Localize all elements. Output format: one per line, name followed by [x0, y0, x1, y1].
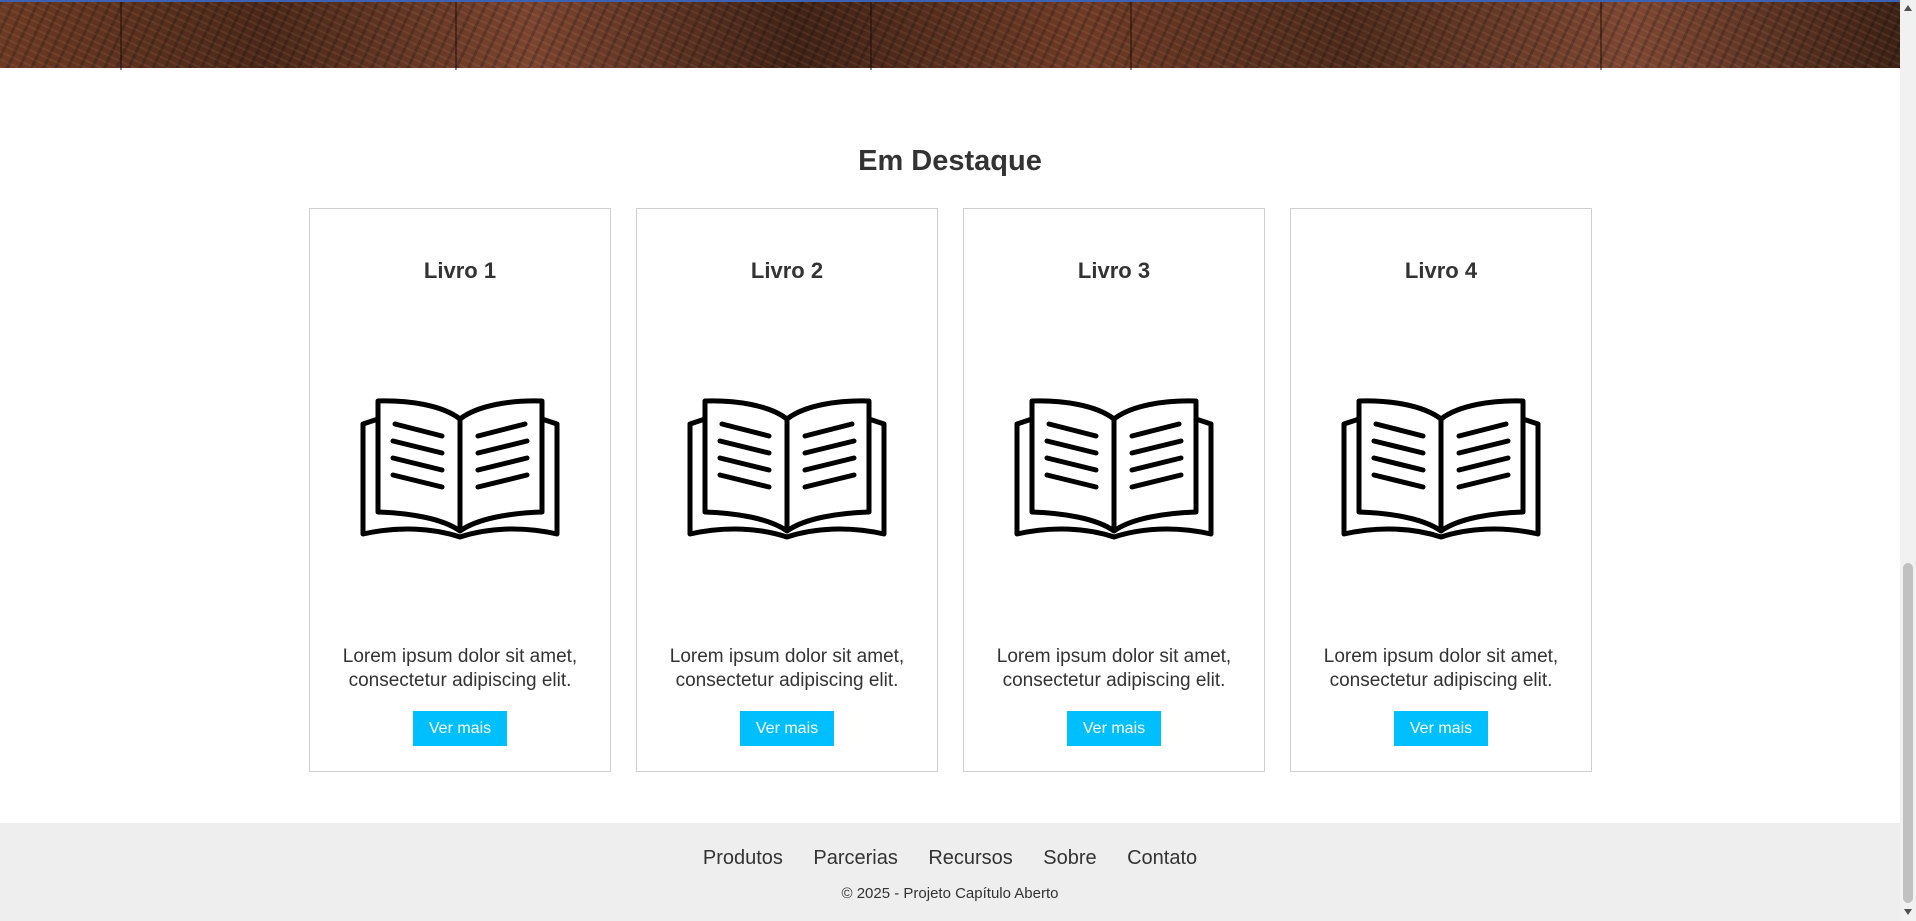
open-book-icon	[1341, 398, 1541, 540]
see-more-button[interactable]: Ver mais	[1394, 711, 1488, 746]
vertical-scrollbar[interactable]	[1900, 0, 1916, 921]
page: Em Destaque Livro 1 Lorem ipsum dolor si…	[0, 0, 1900, 921]
book-title: Livro 3	[1077, 258, 1151, 283]
book-description: Lorem ipsum dolor sit amet, consectetur …	[996, 646, 1232, 691]
scroll-up-arrow-icon[interactable]	[1900, 0, 1916, 17]
book-title: Livro 1	[423, 258, 497, 283]
book-card: Livro 2 Lorem ipsum dolor sit amet, cons…	[636, 208, 938, 772]
footer-link-contato[interactable]: Contato	[1127, 847, 1197, 870]
book-title: Livro 2	[750, 258, 824, 283]
see-more-button[interactable]: Ver mais	[413, 711, 507, 746]
footer-link-parcerias[interactable]: Parcerias	[813, 847, 897, 870]
copyright-text: © 2025 - Projeto Capítulo Aberto	[841, 885, 1059, 902]
see-more-button[interactable]: Ver mais	[740, 711, 834, 746]
scroll-down-arrow-icon[interactable]	[1900, 904, 1916, 921]
open-book-icon	[1014, 398, 1214, 540]
see-more-button[interactable]: Ver mais	[1067, 711, 1161, 746]
book-description: Lorem ipsum dolor sit amet, consectetur …	[342, 646, 578, 691]
book-card: Livro 3 Lorem ipsum dolor sit amet, cons…	[963, 208, 1265, 772]
open-book-icon	[687, 398, 887, 540]
book-description: Lorem ipsum dolor sit amet, consectetur …	[1323, 646, 1559, 691]
scrollbar-thumb[interactable]	[1903, 563, 1913, 903]
book-description: Lorem ipsum dolor sit amet, consectetur …	[669, 646, 905, 691]
footer-link-recursos[interactable]: Recursos	[928, 847, 1012, 870]
section-title: Em Destaque	[858, 145, 1042, 177]
open-book-icon	[360, 398, 560, 540]
book-card: Livro 4 Lorem ipsum dolor sit amet, cons…	[1290, 208, 1592, 772]
footer-link-sobre[interactable]: Sobre	[1043, 847, 1096, 870]
book-card: Livro 1 Lorem ipsum dolor sit amet, cons…	[309, 208, 611, 772]
footer-link-produtos[interactable]: Produtos	[703, 847, 783, 870]
footer-nav: Produtos Parcerias Recursos Sobre Contat…	[0, 847, 1900, 870]
book-title: Livro 4	[1404, 258, 1478, 283]
footer: Produtos Parcerias Recursos Sobre Contat…	[0, 823, 1900, 921]
hero-banner-image	[0, 0, 1900, 70]
